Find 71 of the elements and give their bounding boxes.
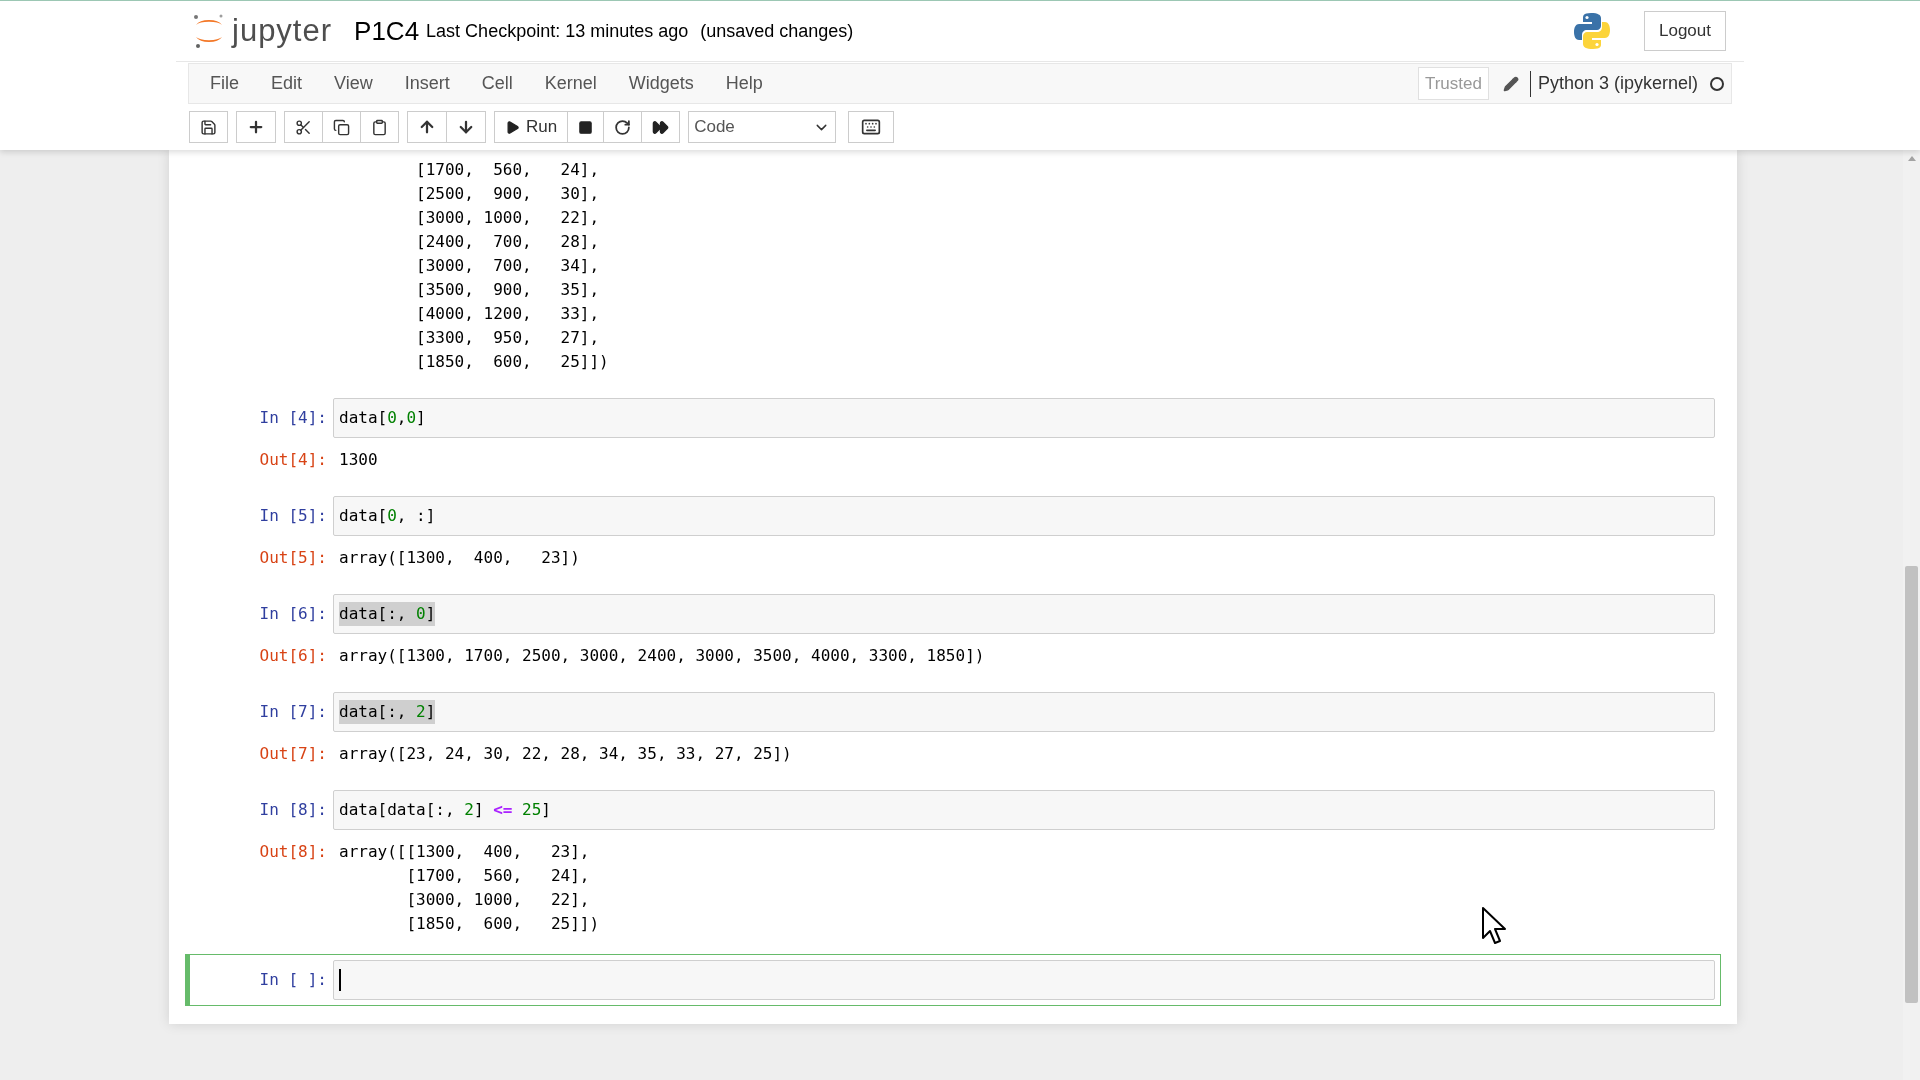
checkpoint-status: Last Checkpoint: 13 minutes ago [426,19,689,43]
menu-item[interactable]: File [194,70,255,97]
notebook-name[interactable]: P1C4 [354,11,420,51]
menu-item[interactable]: View [318,70,389,97]
fast-forward-icon [652,118,670,136]
output-prompt: Out[6]: [259,645,327,667]
menu-item[interactable]: Help [709,70,779,97]
restart-button[interactable] [603,111,643,143]
input-prompt: In [7]: [259,701,327,723]
run-all-button[interactable] [641,111,681,143]
code-text: data[:, 0] [339,602,436,626]
kernel-name[interactable]: Python 3 (ipykernel) [1537,70,1698,97]
output-text: array([1300, 1700, 2500, 3000, 2400, 3000, 3500, 4000, 3300, 1850]) [338,645,986,667]
arrow-down-icon [457,118,475,136]
keyboard-icon [861,117,882,137]
input-prompt: In [5]: [259,505,327,527]
plus-icon [247,118,265,136]
code-text: data[0, :] [339,505,436,527]
run-button[interactable]: Run [494,111,569,143]
output-prompt: Out[7]: [259,743,327,765]
edit-mode-pencil-icon [1502,75,1519,92]
save-icon [200,118,217,136]
code-text: data[0,0] [339,407,426,429]
selected-cell[interactable]: In [ ]: [185,954,1721,1006]
mouse-pointer-icon [1481,906,1509,946]
menu-item[interactable]: Kernel [528,70,613,97]
stop-icon [578,119,594,135]
output-text: array([23, 24, 30, 22, 28, 34, 35, 33, 27, 25]) [338,743,793,765]
input-prompt: In [4]: [259,407,327,429]
code-input-field[interactable]: data[:, 2] [333,692,1715,732]
input-prompt: In [6]: [259,603,327,625]
copy-icon [333,118,350,136]
insert-cell-button[interactable] [236,111,276,143]
menu-item[interactable]: Cell [465,70,529,97]
copy-button[interactable] [322,111,361,143]
restart-icon [614,118,632,136]
output-text: [1700, 560, 24], [2500, 900, 30], [3000, 1000, 22], [2400, 700, 28], [3000, 700, 34], [3500, 900, 35], [4000, 1200, 33], [3300, 950, 27], [1850, 600, 25]]) [415,159,610,373]
move-up-button[interactable] [407,111,447,143]
code-text: data[:, 2] [339,700,436,724]
text-cursor [339,969,341,991]
output-prompt: Out[8]: [259,841,327,863]
output-prompt: Out[5]: [259,547,327,569]
menu-item[interactable]: Edit [255,70,319,97]
logout-button[interactable]: Logout [1644,11,1726,51]
code-input-field[interactable]: data[0,0] [333,398,1715,438]
code-text: data[data[:, 2] <= 25] [339,799,551,821]
paste-button[interactable] [360,111,399,143]
scissors-icon [295,118,312,136]
output-text: array([1300, 400, 23]) [338,547,581,569]
move-down-button[interactable] [446,111,486,143]
menu-item[interactable]: Insert [388,70,466,97]
keyboard-shortcuts-button[interactable] [848,111,895,143]
code-input-field[interactable] [333,960,1715,1000]
cell-type-select[interactable]: Code [688,111,837,143]
output-text: 1300 [338,449,379,471]
output-text: array([[1300, 400, 23], [1700, 560, 24], [3000, 1000, 22], [1850, 600, 25]]) [338,841,601,935]
output-prompt: Out[4]: [259,449,327,471]
input-prompt: In [8]: [259,799,327,821]
code-input-field[interactable]: data[:, 0] [333,594,1715,634]
python-logo-icon [1572,11,1612,51]
clipboard-icon [371,118,388,136]
save-button[interactable] [189,111,228,143]
autosave-status: (unsaved changes) [700,19,854,43]
code-input-field[interactable]: data[0, :] [333,496,1715,536]
code-input-field[interactable]: data[data[:, 2] <= 25] [333,790,1715,830]
play-icon [505,119,520,135]
input-prompt: In [ ]: [259,969,327,991]
stop-button[interactable] [567,111,605,143]
logo-text: jupyter [232,11,333,50]
menu-item[interactable]: Widgets [612,70,710,97]
cut-button[interactable] [284,111,323,143]
